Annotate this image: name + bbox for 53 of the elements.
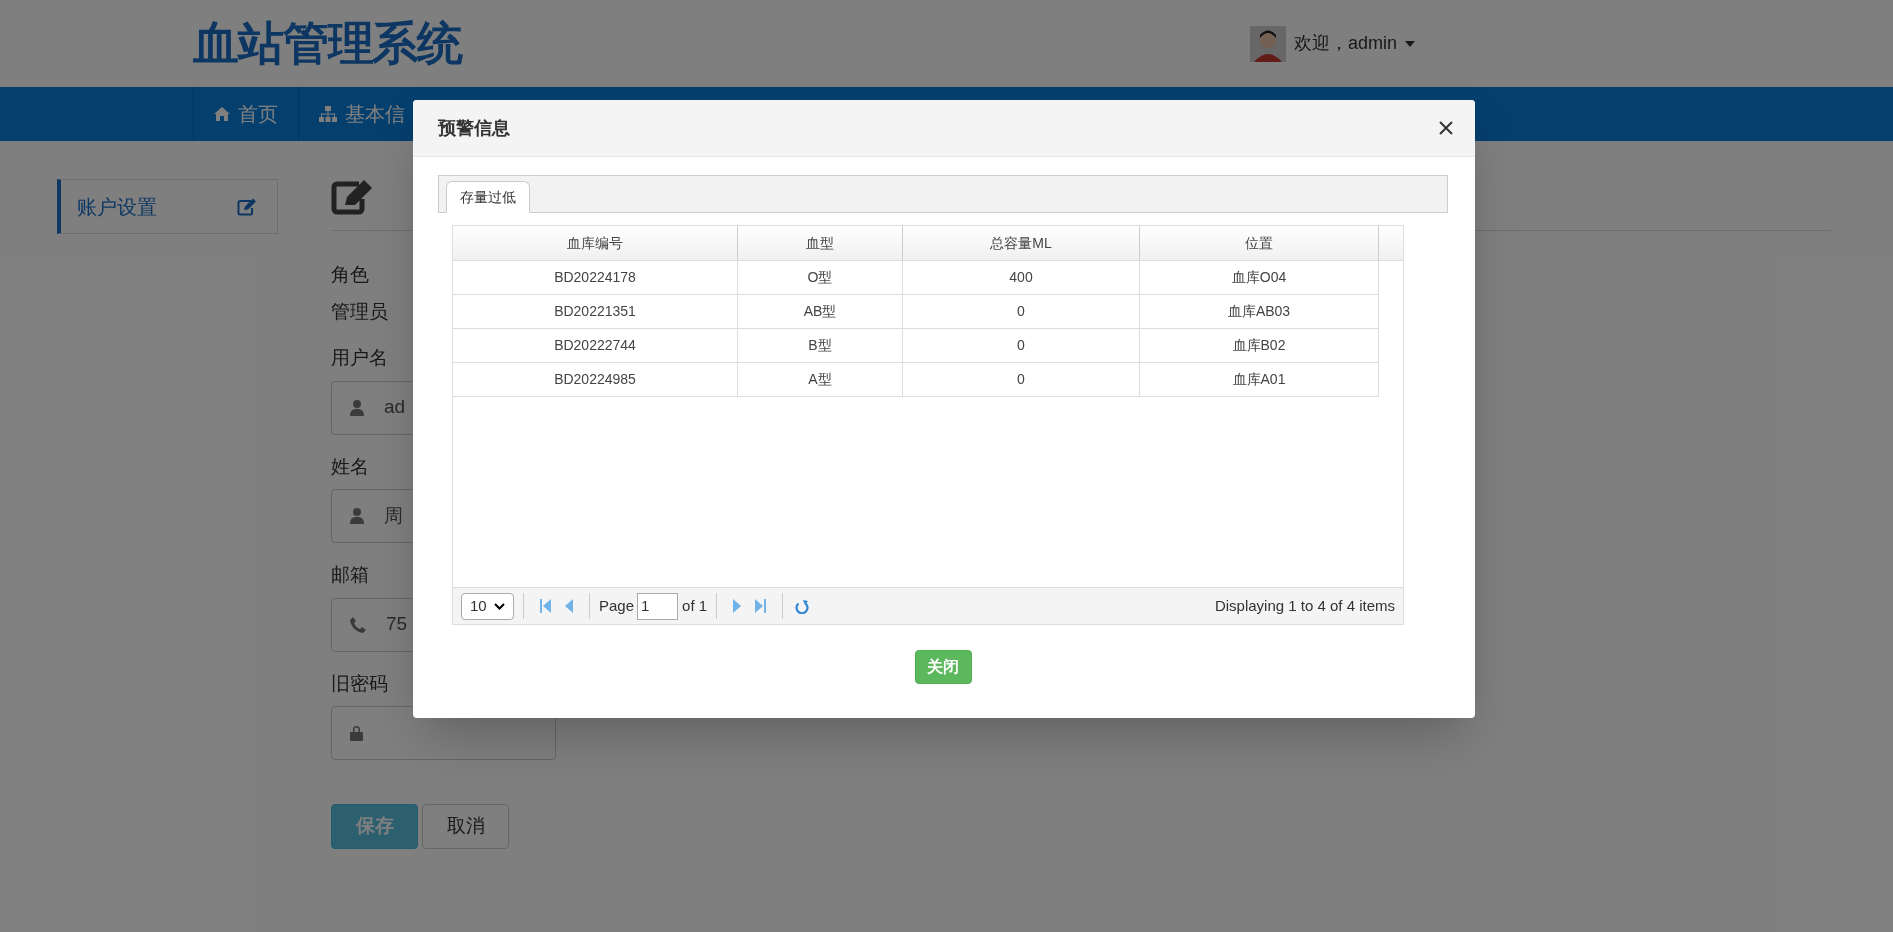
page-count: of 1 [682, 595, 708, 616]
table-cell: 400 [903, 261, 1140, 294]
user-greeting[interactable]: 欢迎，admin [1293, 30, 1397, 57]
field-label: 角色 [331, 263, 369, 287]
page-number-field[interactable]: 1 [637, 592, 679, 620]
home-icon [214, 107, 230, 121]
column-header[interactable]: 位置 [1140, 226, 1379, 260]
caret-icon[interactable] [1405, 40, 1415, 47]
field-label: 旧密码 [331, 671, 388, 696]
first-page-icon[interactable] [540, 599, 551, 613]
table-cell: BD20224985 [453, 363, 738, 396]
user-icon [350, 508, 364, 524]
field-label: 邮箱 [331, 563, 369, 587]
table-cell: B型 [738, 329, 903, 362]
sitemap-icon [319, 106, 337, 122]
table-cell: BD20222744 [453, 329, 738, 362]
table-cell: 血库O04 [1140, 261, 1379, 294]
previous-page-icon[interactable] [565, 599, 573, 613]
edit-icon [237, 197, 257, 216]
close-icon[interactable] [1439, 121, 1453, 135]
table-cell: BD20221351 [453, 295, 738, 328]
site-title: 血站管理系统 [193, 16, 463, 71]
user-icon [350, 399, 364, 416]
lock-icon [350, 725, 363, 741]
form-button[interactable]: 取消 [422, 804, 509, 849]
page-size-select[interactable]: 10 [461, 592, 514, 620]
column-header[interactable]: 血库编号 [453, 226, 738, 260]
phone-icon [350, 616, 366, 633]
pager-summary: Displaying 1 to 4 of 4 items [1214, 595, 1395, 616]
table-cell: AB型 [738, 295, 903, 328]
page-label: Page [599, 595, 635, 616]
last-page-icon[interactable] [755, 599, 767, 613]
table-cell: O型 [738, 261, 903, 294]
table-cell: 0 [903, 295, 1140, 328]
table-cell: 血库AB03 [1140, 295, 1379, 328]
avatar-icon[interactable] [1249, 25, 1286, 62]
table-cell: 血库B02 [1140, 329, 1379, 362]
dialog-title: 预警信息 [438, 116, 510, 140]
tab[interactable]: 存量过低 [446, 181, 530, 213]
column-header[interactable]: 血型 [738, 226, 903, 260]
table-cell: A型 [738, 363, 903, 396]
table-cell: 0 [903, 363, 1140, 396]
chevron-down-icon [494, 602, 505, 610]
table-cell: BD20224178 [453, 261, 738, 294]
field-label: 用户名 [331, 346, 388, 370]
edit-icon [331, 179, 373, 215]
refresh-icon[interactable] [795, 598, 810, 614]
field-label: 姓名 [331, 454, 369, 479]
next-page-icon[interactable] [733, 599, 742, 613]
role-value: 管理员 [331, 299, 388, 324]
column-header[interactable]: 总容量ML [903, 226, 1140, 260]
table-cell: 血库A01 [1140, 363, 1379, 396]
table-cell: 0 [903, 329, 1140, 362]
